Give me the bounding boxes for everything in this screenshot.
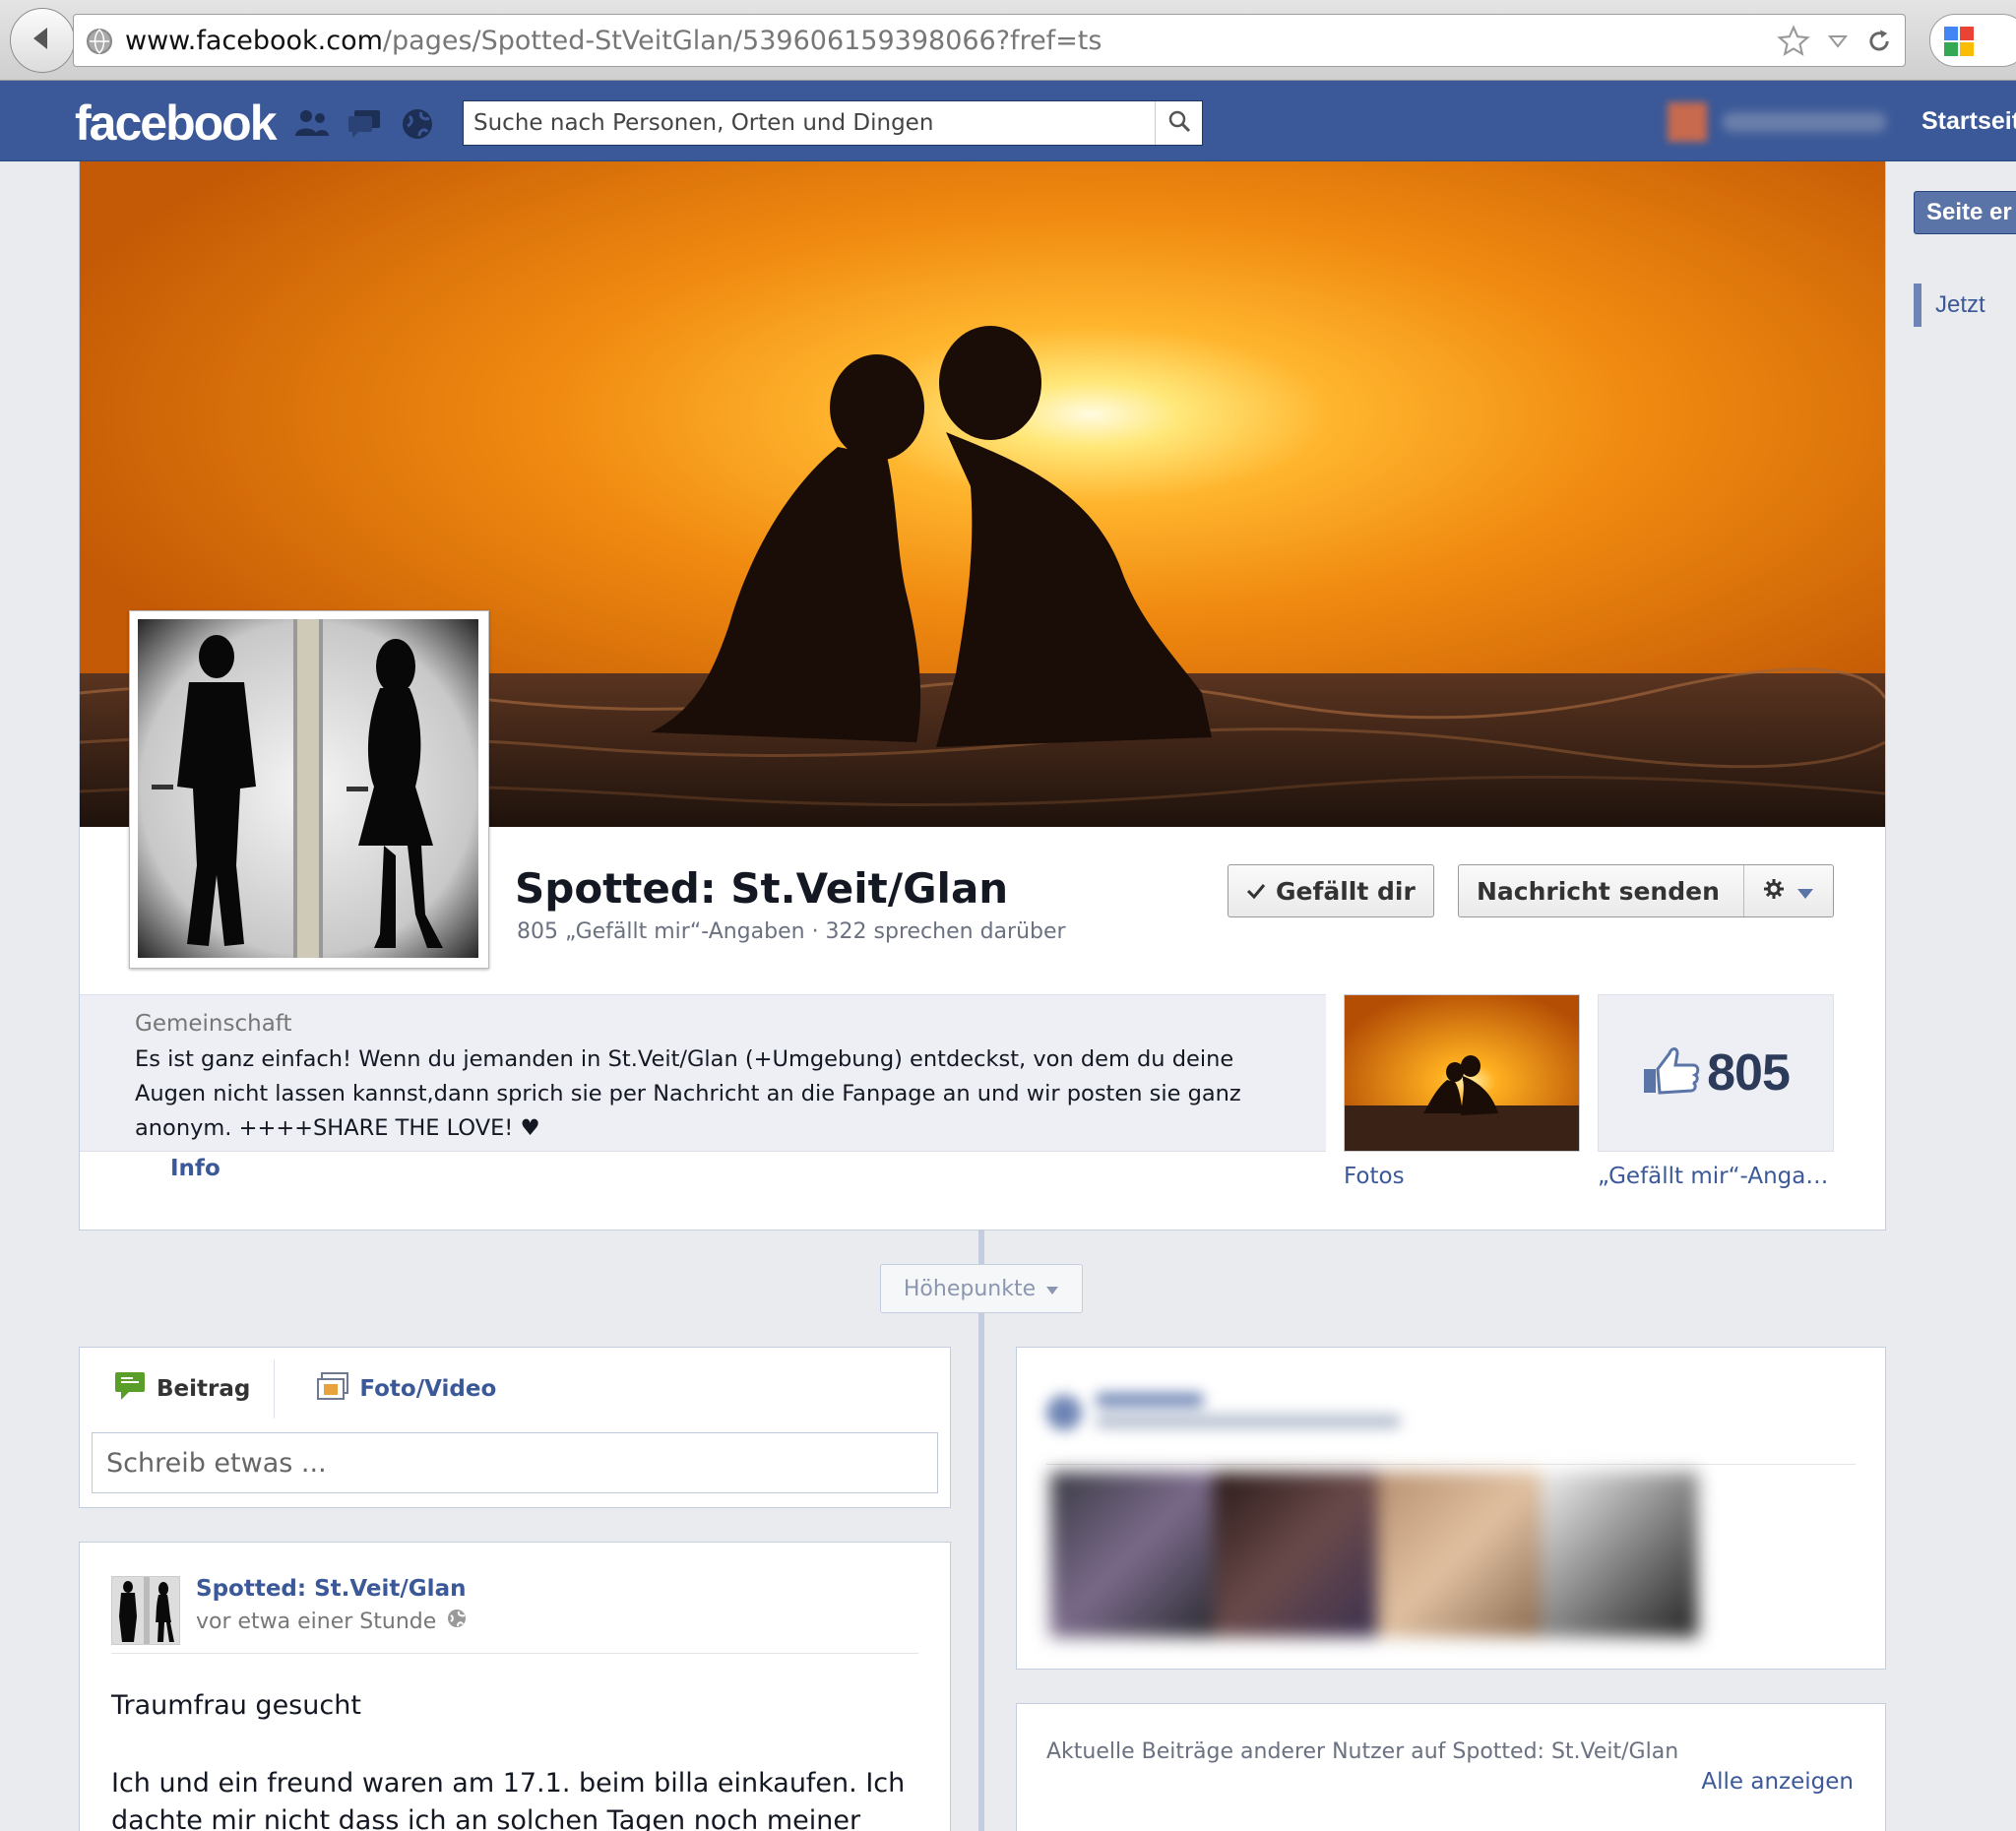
checkmark-icon (1246, 877, 1266, 906)
create-page-button[interactable]: Seite er (1914, 191, 2016, 234)
search-button[interactable] (1155, 101, 1202, 145)
page-description: Es ist ganz einfach! Wenn du jemanden in… (135, 1046, 1241, 1141)
recent-posts-card: Aktuelle Beiträge anderer Nutzer auf Spo… (1016, 1703, 1886, 1831)
speech-bubble-icon (113, 1370, 147, 1408)
photos-thumbnail[interactable] (1344, 994, 1580, 1152)
browser-toolbar: www.facebook.com/pages/Spotted-StVeitGla… (0, 0, 2016, 81)
likes-link[interactable]: „Gefällt mir“-Angaben (1598, 1164, 1834, 1189)
page-stats: 805 „Gefällt mir“-Angaben · 322 sprechen… (517, 919, 1066, 944)
post-timestamp: vor etwa einer Stunde (196, 1608, 468, 1635)
thumbs-up-icon (1642, 1045, 1701, 1102)
bookmark-star-icon[interactable] (1777, 25, 1810, 63)
notifications-globe-icon[interactable] (400, 106, 435, 147)
facebook-search[interactable] (463, 100, 1203, 146)
post-author-link[interactable]: Spotted: St.Veit/Glan (196, 1576, 466, 1602)
photo-icon (316, 1371, 349, 1407)
about-section: Gemeinschaft Es ist ganz einfach! Wenn d… (80, 994, 1326, 1152)
post-author-avatar[interactable] (111, 1576, 180, 1645)
facebook-logo[interactable]: facebook (75, 95, 278, 152)
blurred-header (1046, 1391, 1420, 1434)
friend-requests-icon[interactable] (293, 106, 331, 147)
url-path: /pages/Spotted-StVeitGlan/53960615939806… (382, 26, 1102, 56)
post-divider (111, 1653, 918, 1654)
friends-who-like-card (1016, 1347, 1886, 1670)
address-bar[interactable]: www.facebook.com/pages/Spotted-StVeitGla… (73, 14, 1906, 67)
likes-box[interactable]: 805 (1598, 994, 1834, 1152)
chevron-down-icon (1796, 877, 1814, 906)
public-globe-icon[interactable] (446, 1608, 468, 1635)
composer-field[interactable] (92, 1432, 938, 1493)
tab-photo-video[interactable]: Foto/Video (275, 1359, 520, 1419)
profile-picture[interactable] (129, 610, 489, 969)
url-domain: www.facebook.com (125, 26, 383, 56)
user-avatar[interactable] (1668, 102, 1707, 142)
page-settings-dropdown[interactable] (1742, 865, 1834, 916)
likes-count: 805 (1707, 1044, 1791, 1102)
history-dropdown-icon[interactable] (1827, 33, 1849, 54)
liked-button-label: Gefällt dir (1276, 876, 1416, 906)
search-engine-box[interactable] (1929, 14, 2016, 67)
page-header-card: Spotted: St.Veit/Glan 805 „Gefällt mir“-… (79, 161, 1886, 1231)
reload-icon[interactable] (1865, 28, 1893, 60)
globe-icon (86, 28, 113, 60)
search-icon (1167, 109, 1191, 138)
show-all-link[interactable]: Alle anzeigen (1701, 1769, 1854, 1795)
page-category: Gemeinschaft (135, 1011, 292, 1037)
timeline-nav-now[interactable]: Jetzt (1914, 284, 1985, 327)
post-time-label[interactable]: vor etwa einer Stunde (196, 1610, 436, 1634)
recent-posts-title: Aktuelle Beiträge anderer Nutzer auf Spo… (1046, 1739, 1679, 1764)
highlights-dropdown[interactable]: Höhepunkte (880, 1264, 1083, 1313)
page-title: Spotted: St.Veit/Glan (515, 864, 1009, 913)
tab-status[interactable]: Beitrag (80, 1359, 276, 1419)
google-icon (1942, 25, 1976, 63)
send-message-button[interactable]: Nachricht senden (1459, 877, 1743, 906)
url-text: www.facebook.com/pages/Spotted-StVeitGla… (125, 26, 1102, 56)
facebook-header: facebook Startseite (0, 81, 2016, 161)
highlights-label: Höhepunkte (903, 1276, 1037, 1301)
messages-icon[interactable] (346, 106, 384, 147)
search-input[interactable] (473, 107, 1163, 139)
user-name-blurred[interactable] (1723, 112, 1886, 132)
tab-photo-video-label: Foto/Video (359, 1376, 497, 1402)
gear-icon (1763, 877, 1785, 906)
info-link[interactable]: Info (170, 1156, 220, 1181)
post-body: Ich und ein freund waren am 17.1. beim b… (111, 1768, 906, 1831)
post-composer: Beitrag Foto/Video (79, 1347, 951, 1508)
message-button-group: Nachricht senden (1458, 864, 1834, 917)
card-divider (1046, 1464, 1856, 1465)
composer-input[interactable] (93, 1433, 937, 1492)
liked-button[interactable]: Gefällt dir (1228, 864, 1434, 917)
photos-link[interactable]: Fotos (1344, 1164, 1405, 1189)
post-headline: Traumfrau gesucht (111, 1690, 361, 1721)
chevron-down-icon (1045, 1277, 1059, 1301)
home-link[interactable]: Startseite (1922, 107, 2016, 136)
back-arrow-icon (28, 24, 57, 58)
blurred-friend-photos[interactable] (1050, 1472, 1698, 1637)
back-button[interactable] (10, 8, 75, 73)
timeline-spine (978, 1231, 984, 1831)
tab-status-label: Beitrag (157, 1376, 251, 1402)
timeline-post: Spotted: St.Veit/Glan vor etwa einer Stu… (79, 1542, 951, 1831)
